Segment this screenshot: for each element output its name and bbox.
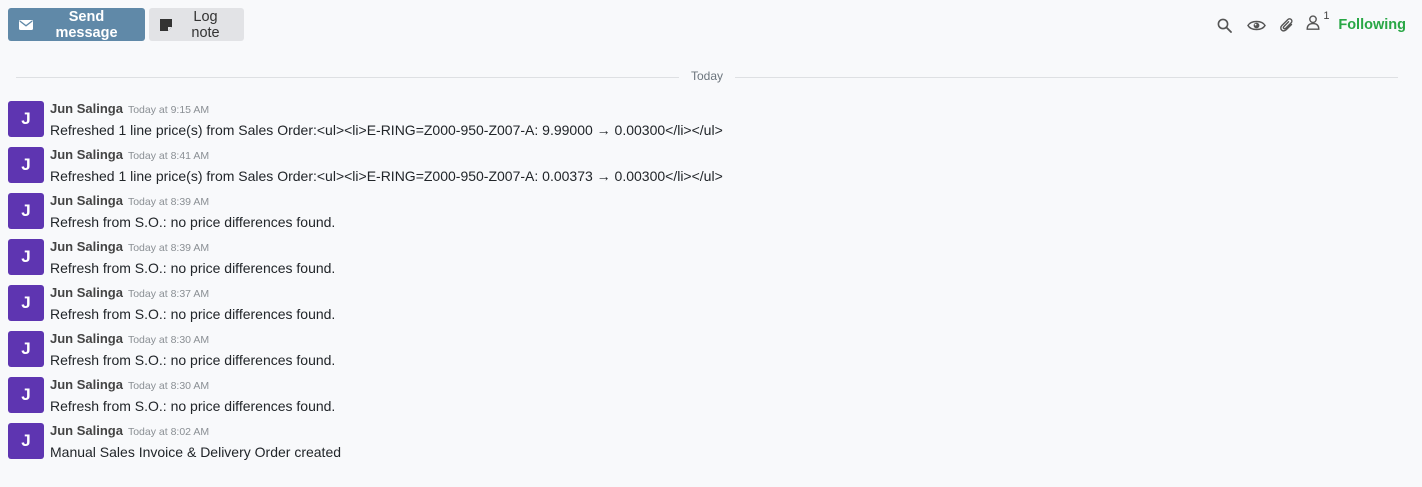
message-header: Jun Salinga Today at 8:30 AM — [50, 377, 209, 393]
message-author[interactable]: Jun Salinga — [50, 147, 123, 162]
message-body: Refresh from S.O.: no price differences … — [50, 214, 336, 230]
envelope-icon — [19, 19, 33, 31]
send-message-button[interactable]: Send message — [8, 8, 145, 41]
eye-icon[interactable] — [1247, 19, 1267, 32]
chatter-tools: 1 Following — [1217, 10, 1406, 36]
message-item: J Jun Salinga Today at 8:41 AM Refreshed… — [8, 147, 1408, 193]
message-time: Today at 8:30 AM — [127, 380, 210, 392]
followers-count: 1 — [1323, 10, 1330, 22]
message-author[interactable]: Jun Salinga — [50, 239, 123, 254]
message-time: Today at 8:37 AM — [127, 288, 210, 300]
message-header: Jun Salinga Today at 8:02 AM — [50, 423, 209, 439]
avatar[interactable]: J — [8, 285, 44, 321]
message-header: Jun Salinga Today at 8:41 AM — [50, 147, 209, 163]
message-header: Jun Salinga Today at 8:37 AM — [50, 285, 209, 301]
log-note-button[interactable]: Log note — [149, 8, 244, 41]
avatar[interactable]: J — [8, 101, 44, 137]
sticky-note-icon — [160, 18, 172, 31]
message-body: Refresh from S.O.: no price differences … — [50, 352, 336, 368]
message-item: J Jun Salinga Today at 8:30 AM Refresh f… — [8, 377, 1408, 423]
message-time: Today at 8:30 AM — [127, 334, 210, 346]
message-time: Today at 8:02 AM — [127, 426, 210, 438]
message-body: Refresh from S.O.: no price differences … — [50, 398, 336, 414]
avatar[interactable]: J — [8, 193, 44, 229]
message-item: J Jun Salinga Today at 9:15 AM Refreshed… — [8, 101, 1408, 147]
message-body: Refreshed 1 line price(s) from Sales Ord… — [50, 122, 723, 138]
message-item: J Jun Salinga Today at 8:02 AM Manual Sa… — [8, 423, 1408, 469]
message-item: J Jun Salinga Today at 8:39 AM Refresh f… — [8, 193, 1408, 239]
message-author[interactable]: Jun Salinga — [50, 331, 123, 346]
message-header: Jun Salinga Today at 8:39 AM — [50, 193, 209, 209]
message-header: Jun Salinga Today at 9:15 AM — [50, 101, 209, 117]
log-note-label: Log note — [191, 8, 220, 41]
avatar[interactable]: J — [8, 147, 44, 183]
message-body: Refreshed 1 line price(s) from Sales Ord… — [50, 168, 723, 184]
following-button[interactable]: Following — [1338, 17, 1406, 33]
message-list: J Jun Salinga Today at 9:15 AM Refreshed… — [8, 101, 1408, 469]
message-item: J Jun Salinga Today at 8:39 AM Refresh f… — [8, 239, 1408, 285]
avatar[interactable]: J — [8, 423, 44, 459]
message-body: Refresh from S.O.: no price differences … — [50, 306, 336, 322]
message-header: Jun Salinga Today at 8:30 AM — [50, 331, 209, 347]
user-icon — [1306, 15, 1320, 35]
message-header: Jun Salinga Today at 8:39 AM — [50, 239, 209, 255]
avatar[interactable]: J — [8, 377, 44, 413]
message-time: Today at 8:39 AM — [127, 196, 210, 208]
avatar[interactable]: J — [8, 239, 44, 275]
message-time: Today at 8:39 AM — [127, 242, 210, 254]
message-time: Today at 9:15 AM — [127, 104, 210, 116]
search-icon[interactable] — [1217, 18, 1233, 33]
followers-button[interactable]: 1 — [1306, 10, 1329, 35]
message-author[interactable]: Jun Salinga — [50, 423, 123, 438]
avatar[interactable]: J — [8, 331, 44, 367]
message-author[interactable]: Jun Salinga — [50, 285, 123, 300]
message-item: J Jun Salinga Today at 8:30 AM Refresh f… — [8, 331, 1408, 377]
date-divider: Today — [16, 68, 1398, 86]
message-body: Manual Sales Invoice & Delivery Order cr… — [50, 444, 342, 460]
chatter-topbar: Send message Log note 1 Following — [0, 0, 1422, 50]
message-item: J Jun Salinga Today at 8:37 AM Refresh f… — [8, 285, 1408, 331]
message-time: Today at 8:41 AM — [127, 150, 210, 162]
paperclip-icon[interactable] — [1280, 17, 1294, 33]
message-author[interactable]: Jun Salinga — [50, 377, 123, 392]
date-divider-label: Today — [678, 69, 736, 83]
message-author[interactable]: Jun Salinga — [50, 193, 123, 208]
send-message-label: Send message — [55, 8, 118, 41]
message-body: Refresh from S.O.: no price differences … — [50, 260, 336, 276]
message-author[interactable]: Jun Salinga — [50, 101, 123, 116]
